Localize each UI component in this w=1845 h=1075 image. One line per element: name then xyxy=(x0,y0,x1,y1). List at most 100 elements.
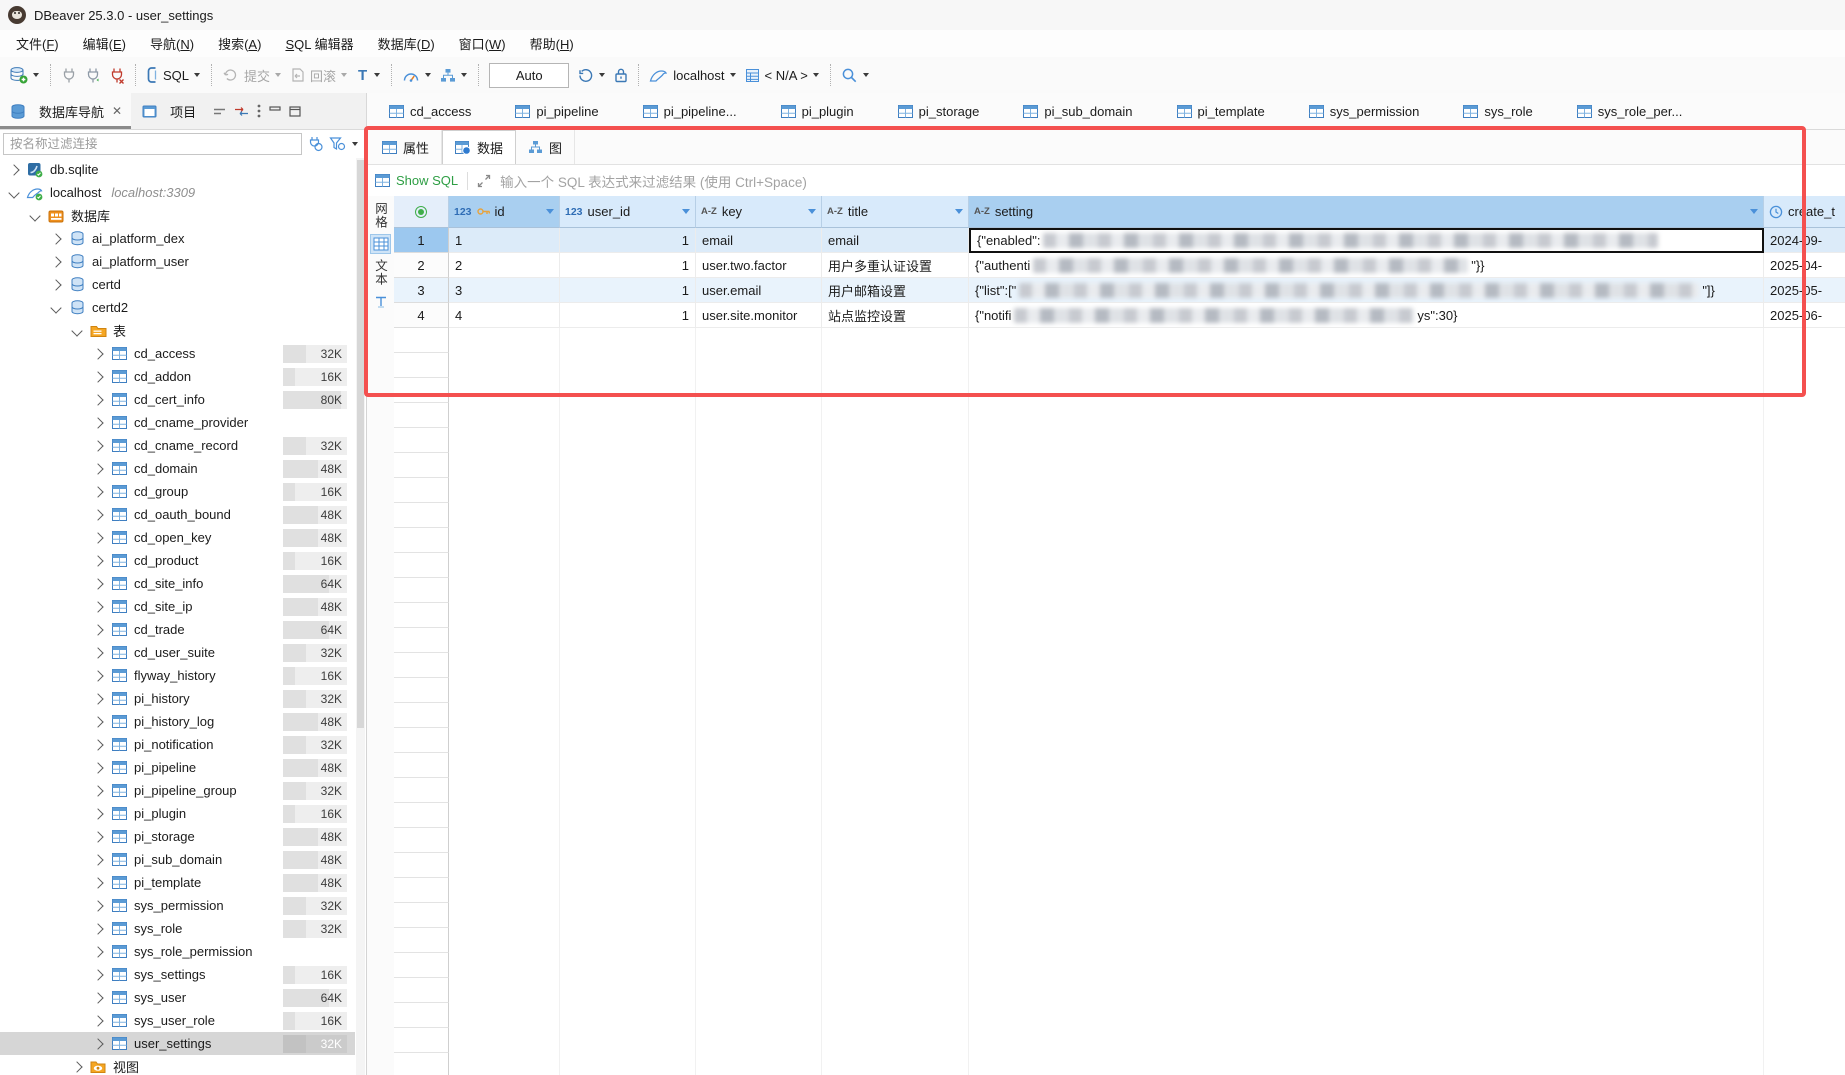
menu-帮助_H_[interactable]: 帮助(H) xyxy=(518,31,586,56)
tree-item-cd_group[interactable]: cd_group16K xyxy=(0,480,355,503)
commit-button[interactable]: 提交 xyxy=(218,63,274,88)
chevron-right-icon[interactable] xyxy=(92,1038,103,1049)
chevron-right-icon[interactable] xyxy=(92,394,103,405)
tree-item-pi_pipeline_group[interactable]: pi_pipeline_group32K xyxy=(0,779,355,802)
cell-key[interactable]: email xyxy=(696,228,822,253)
tree-item-表[interactable]: 表 xyxy=(0,319,355,342)
filter-dropdown[interactable] xyxy=(352,142,358,146)
row-number[interactable]: 2 xyxy=(394,253,449,278)
cell-title[interactable]: 用户多重认证设置 xyxy=(822,253,969,278)
cell-user-id[interactable]: 1 xyxy=(560,303,696,328)
tree-item-视图[interactable]: 视图 xyxy=(0,1055,355,1075)
cell-setting[interactable]: {"notifiys":30} xyxy=(969,303,1764,328)
cell-create-time[interactable]: 2025-04- xyxy=(1764,253,1845,278)
performance-button[interactable] xyxy=(398,65,424,86)
chevron-right-icon[interactable] xyxy=(92,509,103,520)
text-presentation-label[interactable]: 文本 xyxy=(371,259,390,286)
new-connection-button[interactable] xyxy=(5,63,32,87)
chevron-right-icon[interactable] xyxy=(92,670,103,681)
tree-item-pi_plugin[interactable]: pi_plugin16K xyxy=(0,802,355,825)
transaction-history-button[interactable] xyxy=(573,64,598,87)
chevron-right-icon[interactable] xyxy=(92,808,103,819)
tree-item-cd_cert_info[interactable]: cd_cert_info80K xyxy=(0,388,355,411)
execution-plan-button[interactable] xyxy=(436,65,460,86)
chevron-right-icon[interactable] xyxy=(71,1061,82,1072)
connect-button[interactable] xyxy=(57,64,81,87)
chevron-right-icon[interactable] xyxy=(92,739,103,750)
tree-item-cd_trade[interactable]: cd_trade64K xyxy=(0,618,355,641)
column-header-title[interactable]: A-Ztitle xyxy=(822,196,969,228)
tree-item-pi_notification[interactable]: pi_notification32K xyxy=(0,733,355,756)
tree-item-sys_permission[interactable]: sys_permission32K xyxy=(0,894,355,917)
chevron-right-icon[interactable] xyxy=(92,371,103,382)
chevron-right-icon[interactable] xyxy=(92,486,103,497)
tree-item-pi_pipeline[interactable]: pi_pipeline48K xyxy=(0,756,355,779)
row-number[interactable]: 1 xyxy=(394,228,449,253)
transaction-dropdown[interactable] xyxy=(374,73,380,77)
cell-title[interactable]: 站点监控设置 xyxy=(822,303,969,328)
rollback-dropdown[interactable] xyxy=(341,73,347,77)
chevron-right-icon[interactable] xyxy=(92,693,103,704)
chevron-right-icon[interactable] xyxy=(92,785,103,796)
tree-item-db_sqlite[interactable]: db.sqlite xyxy=(0,158,355,181)
tab-projects[interactable]: 项目 xyxy=(131,93,205,129)
chevron-right-icon[interactable] xyxy=(8,164,19,175)
row-number[interactable]: 4 xyxy=(394,303,449,328)
tree-item-cd_site_ip[interactable]: cd_site_ip48K xyxy=(0,595,355,618)
minimize-view-icon[interactable] xyxy=(269,106,281,116)
cell-user-id[interactable]: 1 xyxy=(560,278,696,303)
link-with-editor-icon[interactable] xyxy=(234,106,249,117)
chevron-right-icon[interactable] xyxy=(92,923,103,934)
chevron-right-icon[interactable] xyxy=(92,992,103,1003)
grid-row-4[interactable]: 441user.site.monitor站点监控设置{"notifiys":30… xyxy=(394,303,1845,328)
chevron-down-icon[interactable] xyxy=(8,187,19,198)
commit-mode-select[interactable]: Auto xyxy=(489,63,569,88)
chevron-right-icon[interactable] xyxy=(92,624,103,635)
tree-item-sys_settings[interactable]: sys_settings16K xyxy=(0,963,355,986)
chevron-right-icon[interactable] xyxy=(50,233,61,244)
tree-item-ai_platform_user[interactable]: ai_platform_user xyxy=(0,250,355,273)
chevron-right-icon[interactable] xyxy=(92,900,103,911)
connection-filter-input[interactable] xyxy=(3,133,302,155)
menu-文件_F_[interactable]: 文件(F) xyxy=(4,31,71,56)
plug-filter-icon[interactable] xyxy=(307,136,324,152)
cell-id[interactable]: 3 xyxy=(449,278,560,303)
chevron-right-icon[interactable] xyxy=(92,647,103,658)
tree-item-sys_user_role[interactable]: sys_user_role16K xyxy=(0,1009,355,1032)
active-database-dropdown[interactable] xyxy=(813,73,819,77)
lock-button[interactable] xyxy=(610,64,632,86)
cell-key[interactable]: user.two.factor xyxy=(696,253,822,278)
cell-id[interactable]: 4 xyxy=(449,303,560,328)
tree-item-sys_role_permission[interactable]: sys_role_permission xyxy=(0,940,355,963)
chevron-right-icon[interactable] xyxy=(92,601,103,612)
column-header-id[interactable]: 123id xyxy=(449,196,560,228)
chevron-right-icon[interactable] xyxy=(92,877,103,888)
cell-title[interactable]: email xyxy=(822,228,969,253)
editor-tab-sys_role_per_[interactable]: sys_role_per... xyxy=(1555,93,1705,129)
tree-item-certd[interactable]: certd xyxy=(0,273,355,296)
search-button[interactable] xyxy=(837,64,862,87)
menu-窗口_W_[interactable]: 窗口(W) xyxy=(447,31,518,56)
search-dropdown[interactable] xyxy=(863,73,869,77)
menu-导航_N_[interactable]: 导航(N) xyxy=(138,31,206,56)
editor-tab-cd_access[interactable]: cd_access xyxy=(367,93,493,129)
chevron-right-icon[interactable] xyxy=(92,578,103,589)
filter-expression-placeholder[interactable]: 输入一个 SQL 表达式来过滤结果 (使用 Ctrl+Space) xyxy=(500,171,807,191)
tree-item-数据库[interactable]: 数据库 xyxy=(0,204,355,227)
tree-item-pi_history[interactable]: pi_history32K xyxy=(0,687,355,710)
tree-item-cd_addon[interactable]: cd_addon16K xyxy=(0,365,355,388)
show-sql-button[interactable]: Show SQL xyxy=(375,173,458,188)
tree-item-pi_sub_domain[interactable]: pi_sub_domain48K xyxy=(0,848,355,871)
maximize-view-icon[interactable] xyxy=(289,106,301,117)
chevron-right-icon[interactable] xyxy=(92,716,103,727)
chevron-right-icon[interactable] xyxy=(92,440,103,451)
commit-dropdown[interactable] xyxy=(275,73,281,77)
sql-editor-button[interactable]: SQL xyxy=(142,63,193,87)
editor-tab-pi_template[interactable]: pi_template xyxy=(1155,93,1287,129)
column-filter-dropdown[interactable] xyxy=(808,209,816,214)
grid-corner-cell[interactable] xyxy=(394,196,449,228)
transaction-log-button[interactable]: T xyxy=(352,64,373,87)
menu-编辑_E_[interactable]: 编辑(E) xyxy=(71,31,138,56)
grid-row-1[interactable]: 111emailemail{"enabled":2024-09- xyxy=(394,228,1845,253)
execution-plan-dropdown[interactable] xyxy=(461,73,467,77)
